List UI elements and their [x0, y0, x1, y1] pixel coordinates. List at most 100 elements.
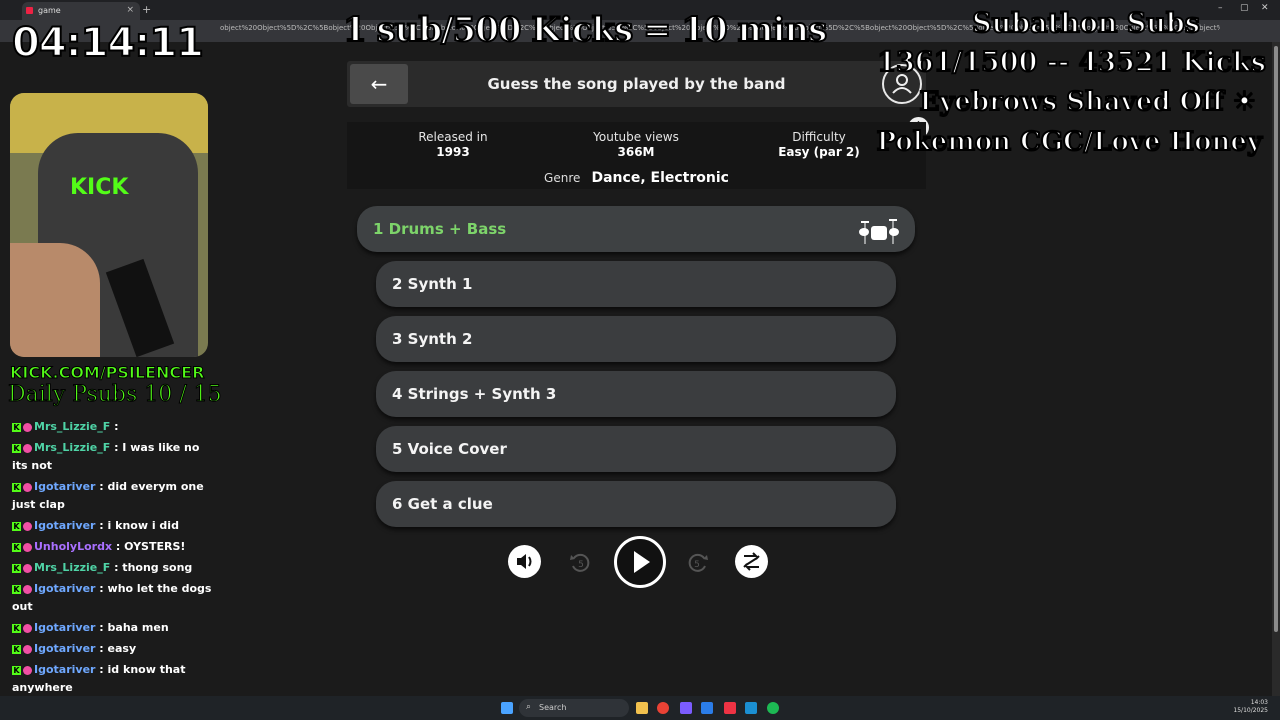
- steam-icon[interactable]: [745, 702, 757, 714]
- clock-date: 15/10/2025: [1233, 707, 1268, 714]
- chat-text: : thong song: [110, 561, 193, 574]
- chat-message: K Igotariver : i know i did: [12, 517, 212, 535]
- views-value: 366M: [617, 145, 655, 159]
- play-icon: [634, 551, 650, 573]
- chat-message: K Igotariver : did everym one just clap: [12, 478, 212, 514]
- kick-badge-icon: K: [12, 422, 21, 432]
- kick-badge-icon: K: [12, 482, 21, 492]
- chat-username[interactable]: UnholyLordx: [34, 540, 112, 553]
- stream-timer: 04:14:11: [11, 19, 205, 67]
- chat-text: : i know i did: [95, 519, 179, 532]
- new-tab-button[interactable]: +: [142, 3, 151, 16]
- heart-badge-icon: [23, 542, 32, 552]
- tab-close-icon[interactable]: ×: [126, 5, 134, 15]
- rewind-5-button[interactable]: 5: [566, 547, 596, 577]
- stem-2-button[interactable]: 2 Synth 1: [376, 261, 896, 307]
- heart-badge-icon: [23, 482, 32, 492]
- chat-message: K Mrs_Lizzie_F : I was like no its not: [12, 439, 212, 475]
- kick-badge-icon: K: [12, 542, 21, 552]
- app-icon[interactable]: [701, 702, 713, 714]
- chat-username[interactable]: Igotariver: [34, 621, 95, 634]
- tab-title: game: [38, 6, 61, 15]
- app-icon[interactable]: [724, 702, 736, 714]
- forward-seconds: 5: [694, 560, 700, 570]
- stem-4-button[interactable]: 4 Strings + Synth 3: [376, 371, 896, 417]
- browser-tab[interactable]: game ×: [22, 2, 140, 20]
- song-info-panel: Released in 1993 Youtube views 366M Diff…: [347, 122, 926, 189]
- search-icon: ⌕: [526, 702, 532, 712]
- play-button[interactable]: [614, 536, 666, 588]
- scrollbar-thumb[interactable]: [1274, 46, 1278, 632]
- minimize-button[interactable]: –: [1218, 3, 1223, 13]
- chat-message: K Igotariver : easy: [12, 640, 212, 658]
- kick-badge-icon: K: [12, 521, 21, 531]
- chat-message: K Mrs_Lizzie_F :: [12, 418, 212, 436]
- drum-kit-icon: [859, 219, 899, 244]
- chat-text: : OYSTERS!: [112, 540, 186, 553]
- shuffle-icon: [743, 552, 760, 571]
- clock-time: 14:03: [1250, 699, 1268, 706]
- kick-badge-icon: K: [12, 644, 21, 654]
- webcam-feed: KICK: [10, 93, 208, 357]
- chat-username[interactable]: Mrs_Lizzie_F: [34, 561, 110, 574]
- chat-message: K UnholyLordx : OYSTERS!: [12, 538, 212, 556]
- genre-label: Genre: [544, 171, 581, 185]
- speaker-icon: [517, 554, 532, 569]
- screen: game × + – ▢ ✕ object%20Object%5D%2C%5Bo…: [0, 0, 1280, 720]
- clock: 14:03 15/10/2025: [1233, 699, 1268, 715]
- kick-channel-url: KICK.COM/PSILENCER: [9, 363, 205, 383]
- chrome-icon[interactable]: [657, 702, 669, 714]
- hoodie-logo: KICK: [70, 175, 129, 200]
- volume-button[interactable]: [508, 545, 541, 578]
- forward-icon: 5: [688, 553, 708, 572]
- windows-taskbar: ⌕ Search 14:03 15/10/2025: [0, 696, 1280, 720]
- rewind-seconds: 5: [578, 560, 584, 570]
- kick-badge-icon: K: [12, 443, 21, 453]
- file-explorer-icon[interactable]: [636, 702, 648, 714]
- stem-label: 1 Drums + Bass: [373, 220, 507, 238]
- subathon-title: Subathon Subs: [971, 7, 1201, 40]
- stem-3-button[interactable]: 3 Synth 2: [376, 316, 896, 362]
- shuffle-button[interactable]: [735, 545, 768, 578]
- views-info: Youtube views 366M: [556, 130, 716, 159]
- stem-5-button[interactable]: 5 Voice Cover: [376, 426, 896, 472]
- chat-panel: K Mrs_Lizzie_F : K Mrs_Lizzie_F : I was li…: [12, 418, 212, 720]
- daily-psubs: Daily Psubs 10 / 15: [8, 382, 223, 408]
- views-label: Youtube views: [593, 130, 679, 144]
- chat-message: K Igotariver : baha men: [12, 619, 212, 637]
- rewind-icon: 5: [570, 553, 590, 572]
- start-icon[interactable]: [501, 702, 513, 714]
- forward-5-button[interactable]: 5: [682, 547, 712, 577]
- heart-badge-icon: [23, 563, 32, 573]
- stem-label: 2 Synth 1: [392, 275, 473, 293]
- clue-button[interactable]: 6 Get a clue: [376, 481, 896, 527]
- page-scrollbar[interactable]: [1272, 42, 1280, 696]
- chat-username[interactable]: Igotariver: [34, 663, 95, 676]
- chat-text: : easy: [95, 642, 137, 655]
- kick-badge-icon: K: [12, 623, 21, 633]
- chat-username[interactable]: Igotariver: [34, 480, 95, 493]
- kick-badge-icon: K: [12, 563, 21, 573]
- close-window-button[interactable]: ✕: [1261, 3, 1269, 13]
- chat-text: : baha men: [95, 621, 169, 634]
- genre-value: Dance, Electronic: [591, 170, 729, 186]
- taskbar-search[interactable]: ⌕ Search: [519, 699, 629, 717]
- back-button[interactable]: ←: [350, 64, 408, 104]
- spotify-icon[interactable]: [767, 702, 779, 714]
- chat-text: :: [110, 420, 119, 433]
- difficulty-label: Difficulty: [792, 130, 846, 144]
- sub-goal-text: 1 sub/500 Kicks = 10 mins: [342, 9, 828, 51]
- chat-username[interactable]: Igotariver: [34, 642, 95, 655]
- stem-label: 4 Strings + Synth 3: [392, 385, 557, 403]
- chat-username[interactable]: Igotariver: [34, 582, 95, 595]
- difficulty-info: Difficulty Easy (par 2): [739, 130, 899, 159]
- maximize-button[interactable]: ▢: [1240, 3, 1249, 13]
- chat-message: K Mrs_Lizzie_F : thong song: [12, 559, 212, 577]
- stem-1-button[interactable]: 1 Drums + Bass: [357, 206, 915, 252]
- streamer-face: [10, 243, 100, 357]
- app-icon[interactable]: [680, 702, 692, 714]
- chat-username[interactable]: Mrs_Lizzie_F: [34, 420, 110, 433]
- chat-username[interactable]: Mrs_Lizzie_F: [34, 441, 110, 454]
- released-info: Released in 1993: [373, 130, 533, 159]
- chat-username[interactable]: Igotariver: [34, 519, 95, 532]
